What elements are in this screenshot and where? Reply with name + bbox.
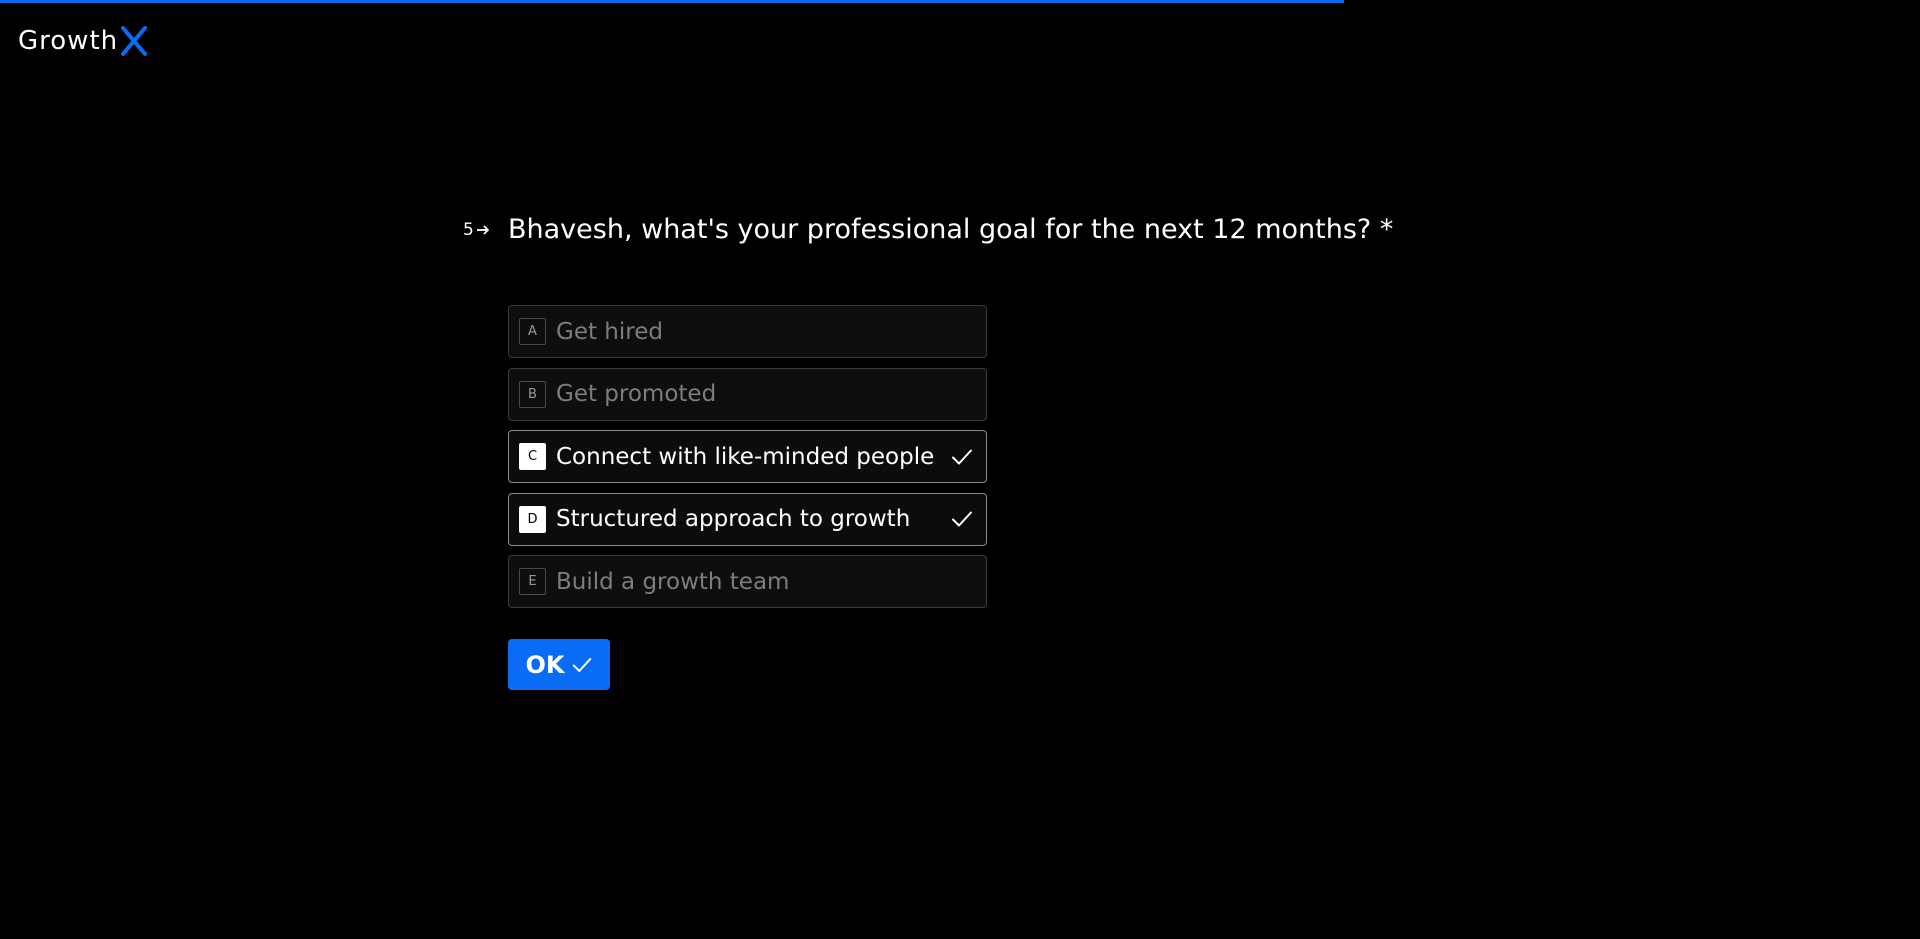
question-title: Bhavesh, what's your professional goal f… [508, 214, 1394, 245]
option-key: E [519, 568, 546, 595]
option-a[interactable]: A Get hired [508, 305, 987, 358]
arrow-right-icon [476, 224, 489, 235]
answer-options: A Get hired B Get promoted C Connect wit… [508, 305, 987, 618]
option-key: B [519, 380, 546, 408]
option-key: A [519, 318, 546, 345]
question-header: 5 Bhavesh, what's your professional goal… [463, 214, 1393, 245]
logo-wordmark: Growth [18, 26, 119, 56]
option-d[interactable]: D Structured approach to growth [508, 492, 987, 546]
check-icon [952, 449, 972, 464]
option-key: C [519, 443, 546, 470]
progress-bar-fill [0, 0, 1344, 3]
logo-x-mark-icon [121, 26, 148, 56]
option-label: Get hired [556, 318, 663, 345]
check-icon [572, 657, 591, 672]
option-label: Connect with like-minded people [556, 443, 935, 470]
check-icon [952, 511, 972, 527]
question-number: 5 [463, 220, 508, 240]
ok-button[interactable]: OK [508, 639, 610, 690]
option-c[interactable]: C Connect with like-minded people [508, 430, 987, 483]
question-number-label: 5 [463, 219, 474, 240]
option-key: D [519, 505, 546, 533]
option-label: Structured approach to growth [556, 506, 911, 532]
option-label: Get promoted [556, 381, 717, 407]
option-e[interactable]: E Build a growth team [508, 555, 987, 608]
option-label: Build a growth team [556, 568, 790, 595]
ok-button-label: OK [525, 650, 565, 679]
option-b[interactable]: B Get promoted [508, 367, 987, 421]
progress-bar [0, 0, 1920, 3]
growthx-logo[interactable]: Growth [18, 24, 148, 58]
